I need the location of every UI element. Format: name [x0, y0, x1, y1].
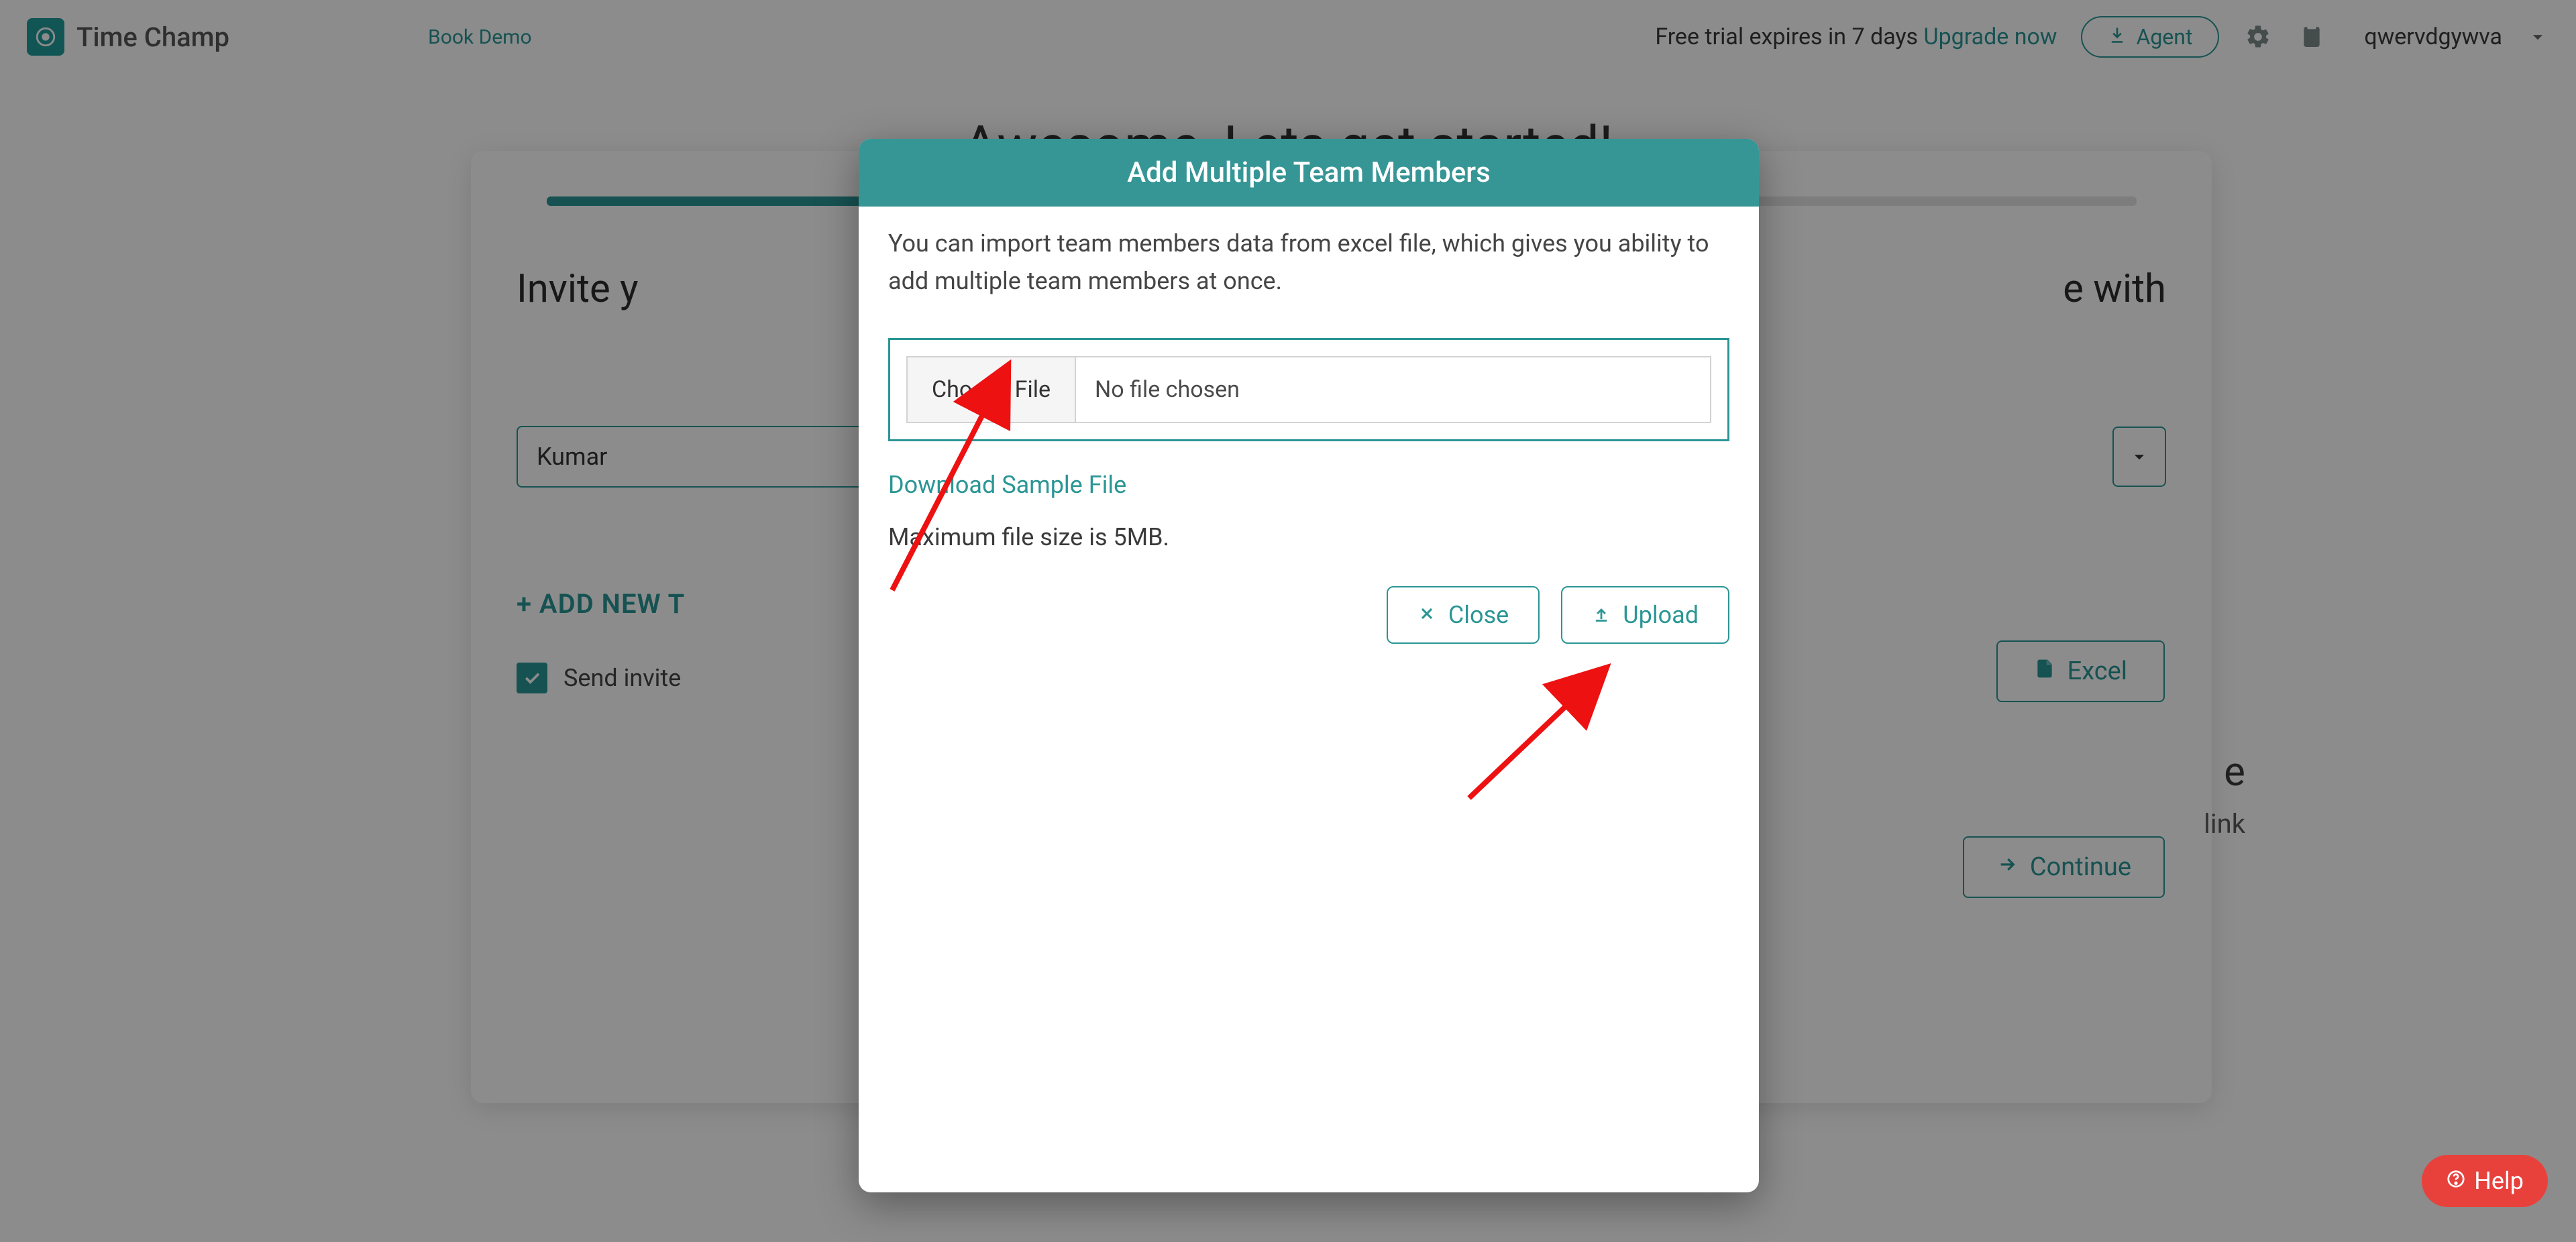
file-status: No file chosen: [1076, 376, 1258, 403]
close-icon: [1417, 601, 1436, 629]
annotation-arrow-icon: [1449, 644, 1650, 818]
help-label: Help: [2474, 1167, 2524, 1195]
help-icon: [2446, 1167, 2466, 1195]
close-label: Close: [1448, 601, 1509, 629]
help-button[interactable]: Help: [2422, 1155, 2548, 1207]
modal-description: You can import team members data from ex…: [888, 225, 1729, 300]
close-button[interactable]: Close: [1387, 586, 1540, 644]
upload-label: Upload: [1623, 601, 1699, 629]
upload-icon: [1592, 601, 1611, 629]
annotation-arrow-icon: [872, 335, 1046, 604]
upload-button[interactable]: Upload: [1561, 586, 1729, 644]
modal-title: Add Multiple Team Members: [859, 139, 1759, 207]
